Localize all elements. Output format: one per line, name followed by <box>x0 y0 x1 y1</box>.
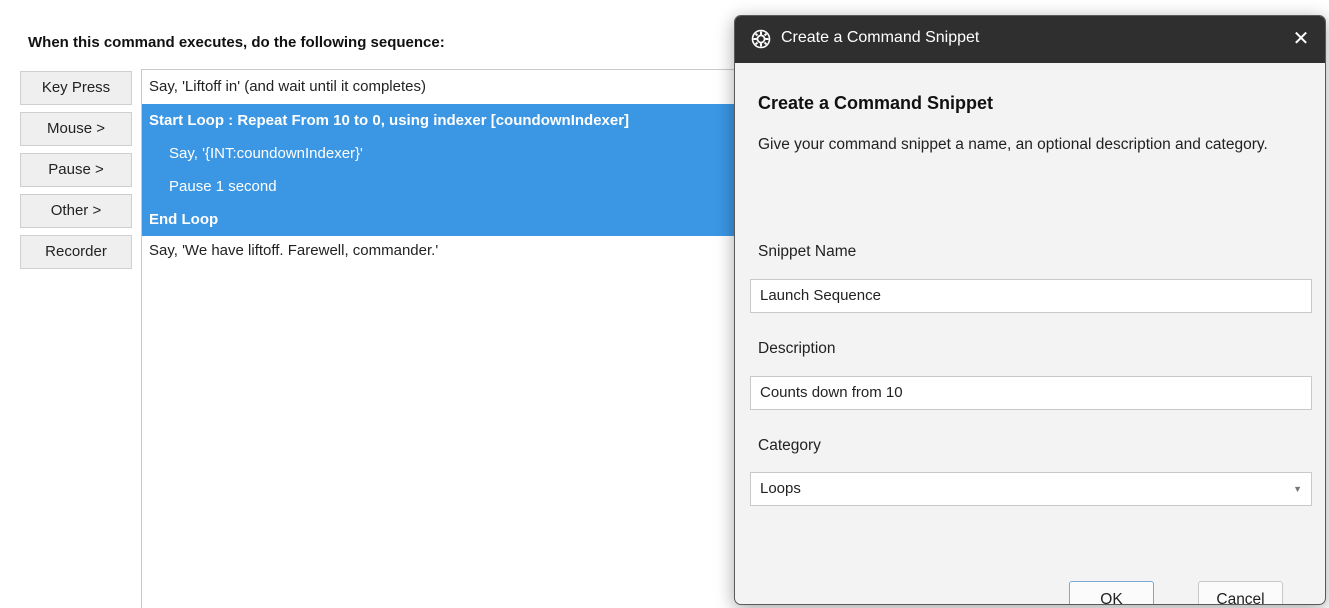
dialog-description: Give your command snippet a name, an opt… <box>758 136 1268 153</box>
action-button-column: Key Press Mouse > Pause > Other > Record… <box>20 71 132 276</box>
dialog-heading: Create a Command Snippet <box>758 93 994 113</box>
create-snippet-dialog: Create a Command Snippet ✕ Create a Comm… <box>734 15 1326 605</box>
sequence-item[interactable]: Pause 1 second <box>142 170 761 203</box>
dialog-titlebar[interactable]: Create a Command Snippet ✕ <box>735 16 1325 63</box>
cancel-button[interactable]: Cancel <box>1198 581 1283 604</box>
sequence-list[interactable]: Say, 'Liftoff in' (and wait until it com… <box>141 69 761 608</box>
sequence-item[interactable]: Say, 'We have liftoff. Farewell, command… <box>142 236 761 269</box>
sequence-heading: When this command executes, do the follo… <box>28 34 445 51</box>
sequence-item[interactable]: Say, '{INT:coundownIndexer}' <box>142 137 761 170</box>
snippet-name-label: Snippet Name <box>758 243 857 260</box>
close-icon[interactable]: ✕ <box>1281 20 1321 58</box>
gear-icon <box>751 29 771 49</box>
key-press-button[interactable]: Key Press <box>20 71 132 105</box>
description-label: Description <box>758 340 836 357</box>
recorder-button[interactable]: Recorder <box>20 235 132 269</box>
sequence-item-loop-end[interactable]: End Loop <box>142 203 761 236</box>
description-input[interactable]: Counts down from 10 <box>750 376 1312 410</box>
category-label: Category <box>758 437 821 454</box>
chevron-down-icon: ▼ <box>1293 484 1302 494</box>
sequence-item-loop-start[interactable]: Start Loop : Repeat From 10 to 0, using … <box>142 104 761 137</box>
category-value: Loops <box>760 480 801 497</box>
ok-button[interactable]: OK <box>1069 581 1154 604</box>
mouse-button[interactable]: Mouse > <box>20 112 132 146</box>
sequence-item[interactable]: Say, 'Liftoff in' (and wait until it com… <box>142 70 761 104</box>
dialog-title: Create a Command Snippet <box>781 29 980 46</box>
snippet-name-input[interactable]: Launch Sequence <box>750 279 1312 313</box>
category-select[interactable]: Loops ▼ <box>750 472 1312 506</box>
pause-button[interactable]: Pause > <box>20 153 132 187</box>
other-button[interactable]: Other > <box>20 194 132 228</box>
